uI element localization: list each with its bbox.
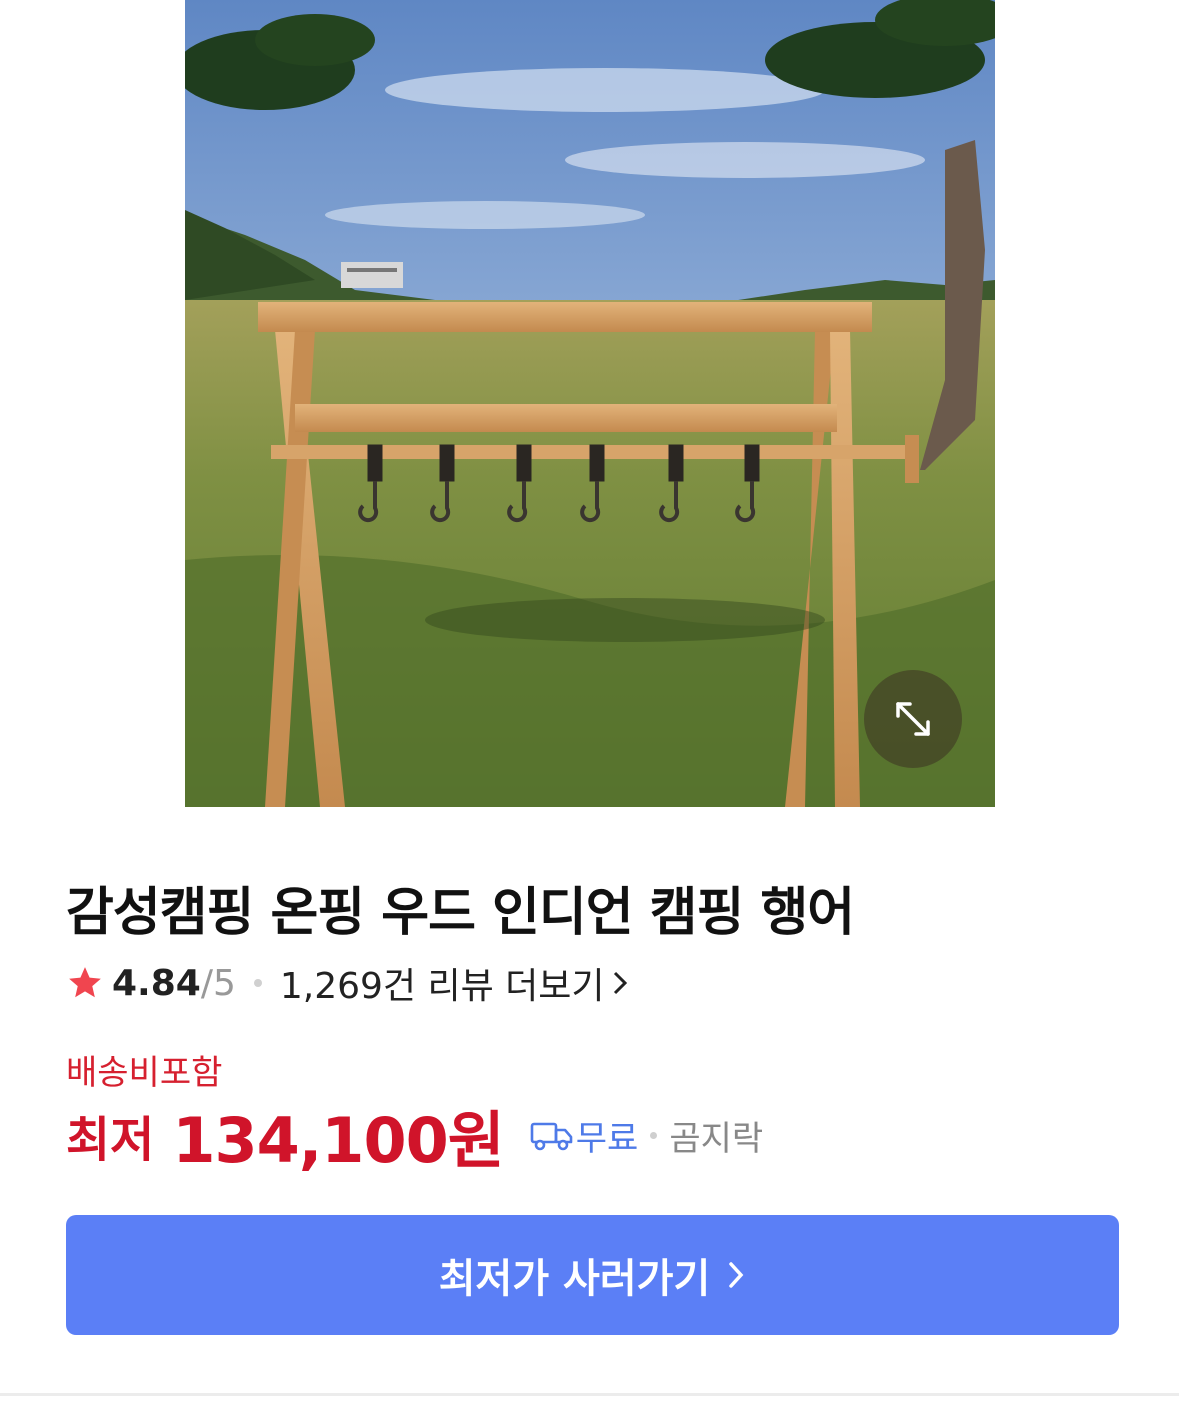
price-row: 최저 134,100원 무료 곰지락: [66, 1095, 763, 1177]
chevron-right-icon: [729, 1262, 744, 1288]
rating-score: 4.84: [112, 962, 201, 1004]
separator-dot: [650, 1131, 658, 1139]
truck-icon: [530, 1122, 573, 1151]
chevron-right-icon: [613, 971, 627, 995]
product-title: 감성캠핑 온핑 우드 인디언 캠핑 행어: [66, 883, 855, 943]
separator-dot: [253, 979, 262, 987]
rating-row: 4.84 /5 1,269건 리뷰 더보기: [66, 958, 629, 1008]
buy-lowest-price-button[interactable]: 최저가 사러가기: [66, 1215, 1119, 1335]
seller-name[interactable]: 곰지락: [669, 1111, 763, 1160]
price-prefix: 최저: [66, 1112, 155, 1168]
price-value: 134,100원: [172, 1104, 504, 1177]
product-photo: [185, 0, 995, 807]
rating-max: /5: [200, 962, 236, 1004]
zoom-button[interactable]: [864, 670, 962, 768]
reviews-link-label: 1,269건 리뷰 더보기: [279, 966, 605, 1007]
expand-arrows-icon: [896, 702, 930, 736]
section-divider: [0, 1393, 1179, 1396]
product-image[interactable]: [185, 0, 995, 807]
shipping-fee: 무료: [575, 1118, 639, 1159]
shipping-included-label: 배송비포함: [66, 1053, 223, 1093]
reviews-link[interactable]: 1,269건 리뷰 더보기: [280, 957, 629, 1009]
star-icon: [69, 967, 101, 998]
buy-button-label: 최저가 사러가기: [438, 1256, 711, 1302]
